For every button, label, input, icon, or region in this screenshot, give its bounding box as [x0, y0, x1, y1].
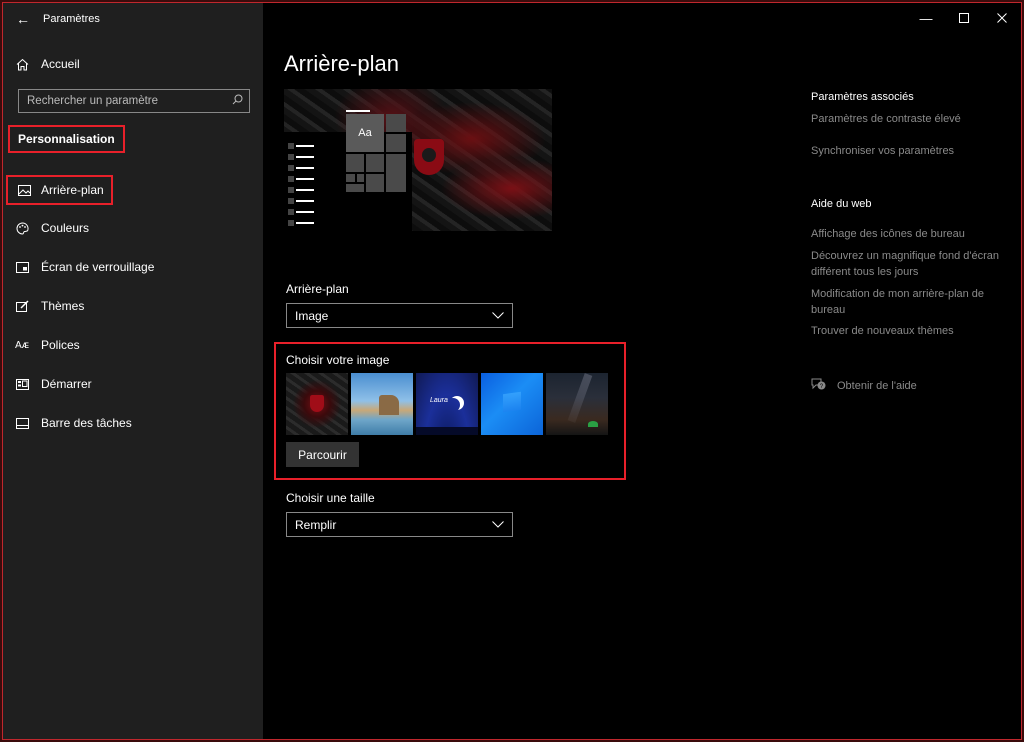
font-icon: Aᴁ [14, 339, 29, 351]
window-controls: — [907, 3, 1021, 33]
sidebar-item-taskbar[interactable]: Barre des tâches [3, 408, 263, 438]
sidebar-item-label: Couleurs [41, 221, 90, 235]
related-settings-heading: Paramètres associés [811, 91, 914, 103]
search-icon[interactable] [232, 92, 243, 110]
minimize-button[interactable]: — [907, 3, 945, 33]
section-title: Personnalisation [8, 125, 125, 153]
related-link-sync[interactable]: Synchroniser vos paramètres [811, 143, 1001, 159]
back-arrow-icon: ← [16, 11, 30, 27]
browse-button[interactable]: Parcourir [286, 442, 359, 467]
title-bar: ← Paramètres [3, 3, 263, 35]
minimize-icon: — [919, 10, 933, 26]
background-type-label: Arrière-plan [286, 282, 349, 296]
image-icon [8, 184, 41, 196]
maximize-button[interactable] [945, 3, 983, 33]
sidebar-item-start[interactable]: Démarrer [3, 369, 263, 399]
get-help-label: Obtenir de l'aide [837, 379, 917, 392]
sidebar-item-colors[interactable]: Couleurs [3, 213, 263, 243]
search-input[interactable] [27, 95, 217, 107]
chevron-down-icon [492, 519, 504, 531]
maximize-icon [959, 11, 969, 26]
sidebar-home[interactable]: Accueil [3, 49, 263, 79]
app-title: Paramètres [43, 13, 100, 25]
related-link-contrast[interactable]: Paramètres de contraste élevé [811, 111, 1001, 127]
sidebar-item-themes[interactable]: Thèmes [3, 291, 263, 321]
sidebar: ← Paramètres Accueil Personnalisation Ar… [3, 3, 263, 739]
web-help-link-desktop-icons[interactable]: Affichage des icônes de bureau [811, 226, 1001, 242]
settings-window: ← Paramètres Accueil Personnalisation Ar… [2, 2, 1022, 740]
sidebar-item-fonts[interactable]: Aᴁ Polices [3, 330, 263, 360]
background-type-dropdown[interactable]: Image [286, 303, 513, 328]
background-preview: Aa [284, 89, 552, 231]
page-title: Arrière-plan [284, 51, 399, 76]
fit-dropdown[interactable]: Remplir [286, 512, 513, 537]
choose-image-label: Choisir votre image [286, 353, 390, 367]
moon-icon [446, 398, 460, 412]
web-help-link-change-background[interactable]: Modification de mon arrière-plan de bure… [811, 286, 1001, 318]
web-help-link-daily-wallpaper[interactable]: Découvrez un magnifique fond d'écran dif… [811, 248, 1001, 280]
fit-value: Remplir [295, 517, 337, 532]
web-help-heading: Aide du web [811, 198, 872, 210]
image-thumbnail[interactable] [481, 373, 543, 435]
brush-icon [3, 300, 41, 312]
sidebar-item-background[interactable]: Arrière-plan [6, 175, 113, 205]
get-help-link[interactable]: ? Obtenir de l'aide [811, 377, 917, 394]
sidebar-item-label: Arrière-plan [41, 183, 104, 197]
preview-tile: Aa [346, 114, 384, 152]
chat-help-icon: ? [811, 377, 837, 394]
image-thumbnail[interactable] [286, 373, 348, 435]
preview-logo [414, 139, 444, 175]
preview-start-menu: Aa [284, 110, 412, 231]
back-button[interactable]: ← [3, 3, 43, 35]
background-type-value: Image [295, 308, 329, 323]
search-box[interactable] [18, 89, 250, 113]
web-help-link-themes[interactable]: Trouver de nouveaux thèmes [811, 323, 1001, 339]
chevron-down-icon [492, 310, 504, 322]
sidebar-item-label: Barre des tâches [41, 416, 132, 430]
close-icon [997, 11, 1007, 26]
sidebar-item-label: Thèmes [41, 299, 85, 313]
palette-icon [3, 221, 41, 235]
sidebar-item-label: Polices [41, 338, 80, 352]
home-icon [3, 58, 41, 71]
taskbar-icon [3, 417, 41, 429]
close-button[interactable] [983, 3, 1021, 33]
sidebar-item-lock-screen[interactable]: Écran de verrouillage [3, 252, 263, 282]
home-label: Accueil [41, 57, 80, 71]
sidebar-item-label: Démarrer [41, 377, 92, 391]
image-thumbnail[interactable]: Laura [416, 373, 478, 435]
lock-screen-icon [3, 261, 41, 273]
start-menu-icon [3, 378, 41, 390]
image-thumbnail[interactable] [546, 373, 608, 435]
sidebar-item-label: Écran de verrouillage [41, 260, 155, 274]
fit-label: Choisir une taille [286, 491, 375, 505]
image-thumbnail[interactable] [351, 373, 413, 435]
